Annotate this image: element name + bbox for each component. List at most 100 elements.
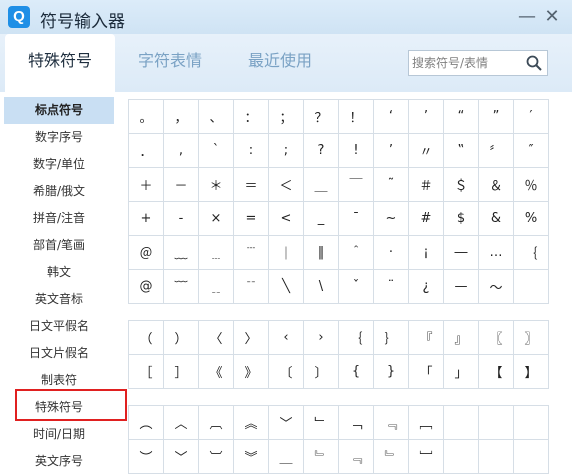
symbol-cell[interactable]: ’ — [408, 99, 444, 134]
symbol-cell[interactable]: ！ — [338, 99, 374, 134]
symbol-cell[interactable]: ╲ — [268, 269, 304, 304]
symbol-cell[interactable]: ﹃ — [373, 405, 409, 440]
symbol-cell[interactable]: － — [163, 167, 199, 202]
sidebar-item-time-date[interactable]: 时间/日期 — [4, 421, 114, 448]
symbol-cell[interactable]: ¨ — [373, 269, 409, 304]
symbol-cell[interactable]: 』 — [443, 320, 479, 355]
symbol-cell[interactable]: - — [163, 201, 199, 236]
symbol-cell[interactable]: ＜ — [268, 167, 304, 202]
symbol-cell[interactable]: ［ — [128, 354, 164, 389]
symbol-cell[interactable]: $ — [443, 201, 479, 236]
symbol-cell[interactable]: ˋ — [198, 133, 234, 168]
symbol-cell[interactable]: ︹ — [198, 405, 234, 440]
symbol-cell[interactable]: ｜ — [268, 235, 304, 270]
symbol-cell[interactable]: ￣ — [338, 167, 374, 202]
symbol-cell[interactable]: ］ — [163, 354, 199, 389]
symbol-cell[interactable]: ︺ — [198, 439, 234, 474]
symbol-cell[interactable]: 、 — [198, 99, 234, 134]
sidebar-item-phonetics[interactable]: 英文音标 — [4, 286, 114, 313]
symbol-cell[interactable] — [478, 405, 514, 440]
symbol-cell[interactable]: ＾ — [338, 235, 374, 270]
symbol-cell[interactable]: ︵ — [128, 405, 164, 440]
symbol-cell[interactable]: · — [373, 235, 409, 270]
symbol-cell[interactable]: ‘ — [373, 99, 409, 134]
symbol-cell[interactable] — [513, 439, 549, 474]
symbol-cell[interactable] — [513, 269, 549, 304]
symbol-cell[interactable]: _ — [303, 201, 339, 236]
symbol-cell[interactable]: ¡ — [408, 235, 444, 270]
symbol-cell[interactable]: ＿ — [268, 439, 304, 474]
symbol-cell[interactable]: ； — [268, 99, 304, 134]
symbol-cell[interactable]: ″ — [513, 133, 549, 168]
sidebar-item-katakana[interactable]: 日文片假名 — [4, 340, 114, 367]
symbol-cell[interactable]: 〞 — [478, 133, 514, 168]
sidebar-item-greek-russian[interactable]: 希腊/俄文 — [4, 178, 114, 205]
sidebar-item-pinyin[interactable]: 拼音/注音 — [4, 205, 114, 232]
symbol-cell[interactable]: › — [303, 320, 339, 355]
symbol-cell[interactable]: @ — [128, 269, 164, 304]
tab-special-symbols[interactable]: 特殊符号 — [5, 34, 115, 92]
symbol-cell[interactable]: ﹈ — [408, 439, 444, 474]
symbol-cell[interactable]: ﹇ — [408, 405, 444, 440]
symbol-cell[interactable]: （ — [128, 320, 164, 355]
symbol-cell[interactable]: 〗 — [513, 320, 549, 355]
symbol-cell[interactable]: ! — [338, 133, 374, 168]
symbol-cell[interactable]: ︽ — [233, 405, 269, 440]
symbol-cell[interactable]: 《 — [198, 354, 234, 389]
symbol-cell[interactable]: ＃ — [408, 167, 444, 202]
symbol-cell[interactable]: 〉 — [233, 320, 269, 355]
symbol-cell[interactable]: 『 — [408, 320, 444, 355]
symbol-cell[interactable]: ＿ — [303, 167, 339, 202]
symbol-cell[interactable]: “ — [443, 99, 479, 134]
symbol-cell[interactable]: ’ — [373, 133, 409, 168]
symbol-cell[interactable]: ﹀ — [163, 439, 199, 474]
sidebar-item-box-drawing[interactable]: 制表符 — [4, 367, 114, 394]
symbol-cell[interactable]: \ — [303, 269, 339, 304]
symbol-cell[interactable]: 【 — [478, 354, 514, 389]
symbol-cell[interactable]: ＋ — [128, 167, 164, 202]
sidebar-item-number-serials[interactable]: 数字序号 — [4, 124, 114, 151]
close-button[interactable]: ✕ — [542, 7, 562, 27]
symbol-cell[interactable]: ︾ — [233, 439, 269, 474]
symbol-cell[interactable]: # — [408, 201, 444, 236]
sidebar-item-radicals[interactable]: 部首/笔画 — [4, 232, 114, 259]
symbol-cell[interactable]: , — [163, 133, 199, 168]
symbol-cell[interactable]: ｝ — [373, 320, 409, 355]
symbol-cell[interactable]: ¯ — [338, 201, 374, 236]
symbol-cell[interactable]: ; — [268, 133, 304, 168]
symbol-cell[interactable]: ＄ — [443, 167, 479, 202]
search-input[interactable] — [412, 53, 522, 73]
symbol-cell[interactable]: 》 — [233, 354, 269, 389]
search-icon[interactable] — [525, 54, 543, 72]
symbol-cell[interactable]: ﹎ — [198, 269, 234, 304]
symbol-cell[interactable]: 〕 — [303, 354, 339, 389]
symbol-cell[interactable]: 〈 — [198, 320, 234, 355]
symbol-cell[interactable]: ¿ — [408, 269, 444, 304]
symbol-cell[interactable]: & — [478, 201, 514, 236]
symbol-cell[interactable]: 〖 — [478, 320, 514, 355]
symbol-cell[interactable]: ﹀ — [268, 405, 304, 440]
scrollbar[interactable] — [556, 92, 572, 475]
sidebar-item-special-symbols[interactable]: 特殊符号 — [4, 394, 114, 421]
symbol-cell[interactable]: ﹏ — [163, 235, 199, 270]
symbol-cell[interactable]: 。 — [128, 99, 164, 134]
symbol-cell[interactable]: } — [373, 354, 409, 389]
symbol-cell[interactable]: — — [443, 269, 479, 304]
symbol-cell[interactable]: ： — [233, 99, 269, 134]
symbol-cell[interactable]: ~ — [373, 201, 409, 236]
symbol-cell[interactable]: ％ — [513, 167, 549, 202]
symbol-cell[interactable]: ˜ — [373, 167, 409, 202]
symbol-cell[interactable]: ． — [128, 133, 164, 168]
symbol-cell[interactable]: ‖ — [303, 235, 339, 270]
symbol-cell[interactable]: ︿ — [163, 405, 199, 440]
symbol-cell[interactable]: ﹋ — [163, 269, 199, 304]
tab-recent[interactable]: 最近使用 — [228, 34, 332, 92]
symbol-cell[interactable]: ？ — [303, 99, 339, 134]
sidebar-item-numbers-units[interactable]: 数字/单位 — [4, 151, 114, 178]
symbol-cell[interactable]: ” — [478, 99, 514, 134]
symbol-cell[interactable]: 」 — [443, 354, 479, 389]
symbol-cell[interactable]: < — [268, 201, 304, 236]
symbol-cell[interactable]: ﹍ — [198, 235, 234, 270]
symbol-cell[interactable]: ― — [443, 235, 479, 270]
sidebar-item-punctuation[interactable]: 标点符号 — [4, 97, 114, 124]
